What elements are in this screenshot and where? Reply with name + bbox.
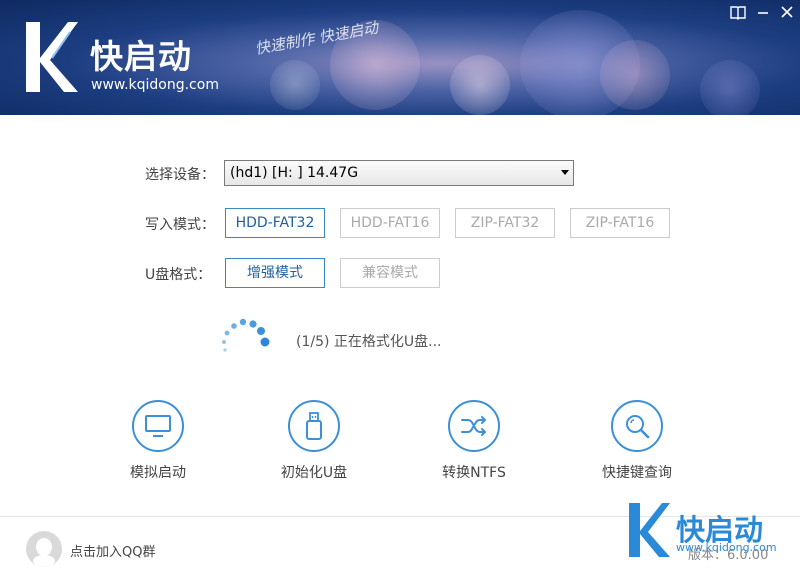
usb-drive-icon [306,412,322,440]
device-select[interactable]: (hd1) [H: ] 14.47G [224,160,574,186]
shuffle-icon [461,416,486,436]
qq-avatar-icon[interactable] [26,531,62,567]
write-mode-label: 写入模式： [145,217,215,233]
monitor-icon [145,415,171,437]
tool-initialize-usb-circle[interactable] [288,400,340,452]
footer-logo-k-icon [629,503,670,557]
tool-convert-ntfs-circle[interactable] [448,400,500,452]
write-mode-zip-fat16-button[interactable]: ZIP-FAT16 [570,208,670,238]
tool-simulate-boot-label: 模拟启动 [130,465,186,481]
write-mode-zip-fat32-button[interactable]: ZIP-FAT32 [455,208,555,238]
join-qq-group-link[interactable]: 点击加入QQ群 [70,541,155,560]
usb-format-enhanced-button[interactable]: 增强模式 [225,258,325,288]
minimize-button[interactable] [754,4,772,22]
device-label: 选择设备： [145,167,215,183]
tool-simulate-boot-circle[interactable] [132,400,184,452]
tool-hotkey-lookup-label: 快捷键查询 [602,465,672,481]
version-text: 版本：6.0.00 [688,548,769,563]
device-select-value: (hd1) [H: ] 14.47G [230,165,359,181]
tool-initialize-usb-label: 初始化U盘 [280,465,348,481]
usb-format-compatible-button[interactable]: 兼容模式 [340,258,440,288]
chevron-down-icon [561,170,569,175]
tool-convert-ntfs[interactable]: 转换NTFS [414,400,534,482]
book-icon[interactable] [729,4,747,22]
tool-convert-ntfs-label: 转换NTFS [442,465,506,481]
app-logo-k-icon [26,22,78,92]
close-icon [781,6,793,18]
header-banner: 快启动 www.kqidong.com 快速制作 快速启动 [0,0,800,115]
usb-format-label: U盘格式： [145,267,212,283]
tool-hotkey-lookup-circle[interactable] [611,400,663,452]
write-mode-hdd-fat32-button[interactable]: HDD-FAT32 [225,208,325,238]
app-brand-name: 快启动 [90,37,192,76]
search-icon [626,415,650,439]
progress-status-text: (1/5) 正在格式化U盘... [296,334,442,350]
app-website-url: www.kqidong.com [91,77,219,93]
loading-spinner-icon [222,318,270,352]
tool-hotkey-lookup[interactable]: 快捷键查询 [577,400,697,482]
tool-simulate-boot[interactable]: 模拟启动 [98,400,218,482]
close-button[interactable] [778,4,796,22]
write-mode-hdd-fat16-button[interactable]: HDD-FAT16 [340,208,440,238]
tool-initialize-usb[interactable]: 初始化U盘 [254,400,374,482]
